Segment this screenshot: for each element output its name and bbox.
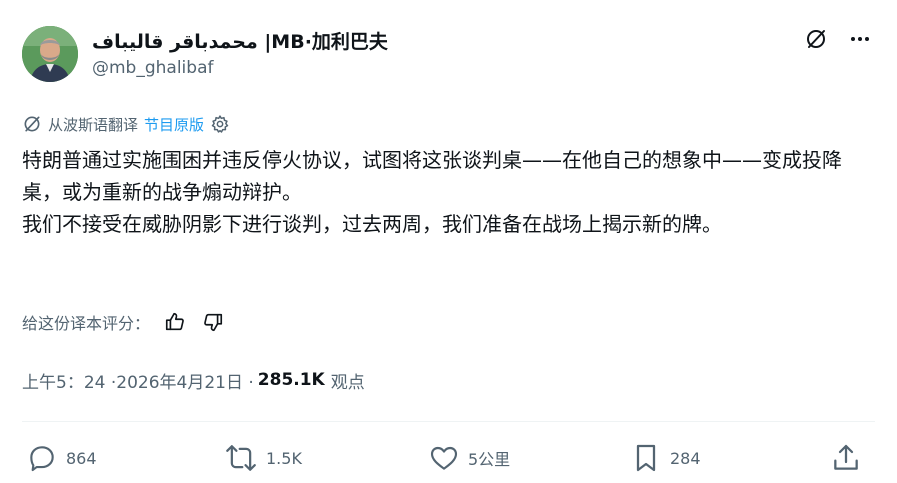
reply-count: 864 — [66, 448, 97, 468]
more-horizontal-icon[interactable] — [847, 26, 873, 52]
tweet-meta: 上午5：24 ·2026年4月21日 · 285.1K 观点 — [22, 366, 365, 394]
author-name-row: محمدباقر قالیباف |MB·加利巴夫 — [92, 27, 388, 53]
like-count: 5公里 — [468, 450, 511, 469]
author-handle[interactable]: @mb_ghalibaf — [92, 58, 213, 78]
divider — [22, 421, 875, 422]
views-count: 285.1K — [257, 370, 325, 390]
like-button[interactable]: 5公里 — [428, 440, 510, 476]
grok-slash-icon[interactable] — [803, 26, 829, 52]
show-original-link[interactable]: 节目原版 — [144, 114, 204, 135]
views-label: 观点 — [330, 372, 365, 393]
translation-label: 从波斯语翻译 — [48, 115, 139, 134]
bookmark-icon — [630, 442, 662, 474]
grok-slash-icon — [22, 114, 42, 134]
avatar[interactable] — [22, 26, 78, 82]
share-button[interactable] — [830, 440, 862, 476]
translation-rating: 给这份译本评分： — [22, 309, 226, 335]
thumbs-down-icon[interactable] — [200, 309, 226, 335]
translation-notice: 从波斯语翻译 节目原版 — [22, 112, 230, 136]
bookmark-count: 284 — [670, 448, 701, 468]
bookmark-button[interactable]: 284 — [630, 440, 701, 476]
repost-arrows-icon — [224, 442, 258, 474]
gear-icon[interactable] — [210, 114, 230, 134]
heart-icon — [428, 442, 460, 474]
repost-count: 1.5K — [266, 448, 302, 468]
rating-label: 给这份译本评分： — [22, 314, 151, 333]
timestamp[interactable]: 上午5：24 ·2026年4月21日 · — [22, 368, 254, 393]
repost-button[interactable]: 1.5K — [224, 440, 302, 476]
reply-button[interactable]: 864 — [26, 440, 97, 476]
thumbs-up-icon[interactable] — [162, 309, 188, 335]
share-upload-icon — [830, 442, 862, 474]
action-bar: 864 1.5K 5公里 284 — [26, 440, 872, 476]
display-name[interactable]: محمدباقر قالیباف |MB·加利巴夫 — [92, 27, 388, 54]
header-actions — [803, 26, 873, 52]
tweet-text: 特朗普通过实施围困并违反停火协议，试图将这张谈判桌——在他自己的想象中——变成投… — [22, 148, 842, 236]
speech-bubble-icon — [26, 442, 58, 474]
tweet-detail: محمدباقر قالیباف |MB·加利巴夫 @mb_ghalibaf 从… — [0, 0, 897, 483]
